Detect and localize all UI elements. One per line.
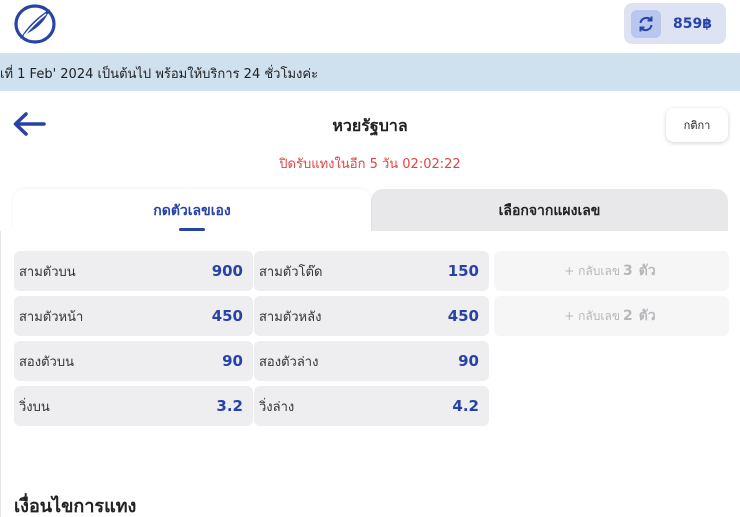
tab-manual-entry[interactable]: กดตัวเลขเอง bbox=[13, 189, 371, 232]
feather-logo-icon[interactable] bbox=[12, 3, 58, 45]
rate-item-three-top[interactable]: สามตัวบน 900 bbox=[14, 251, 253, 291]
refresh-button[interactable] bbox=[631, 9, 661, 38]
rules-button[interactable]: กติกา bbox=[666, 108, 728, 142]
rate-value: 3.2 bbox=[216, 397, 243, 415]
rate-item-run-top[interactable]: วิ่งบน 3.2 bbox=[14, 386, 253, 426]
rate-label: สามตัวหลัง bbox=[259, 309, 322, 325]
reverse-suffix: ตัว bbox=[638, 263, 656, 279]
rate-value: 4.2 bbox=[452, 397, 479, 415]
rate-item-three-back[interactable]: สามตัวหลัง 450 bbox=[254, 296, 489, 336]
top-header: 859฿ bbox=[0, 0, 740, 53]
rate-value: 90 bbox=[458, 352, 479, 370]
reverse-count: 2 bbox=[623, 308, 633, 324]
close-countdown: ปิดรับแทงในอีก 5 วัน 02:02:22 bbox=[279, 157, 461, 172]
rate-item-run-bottom[interactable]: วิ่งล่าง 4.2 bbox=[254, 386, 489, 426]
reverse-prefix: + กลับเลข bbox=[564, 308, 621, 323]
rate-value: 450 bbox=[447, 307, 479, 325]
tab-select-from-panel[interactable]: เลือกจากแผงเลข bbox=[371, 189, 728, 232]
rate-label: วิ่งล่าง bbox=[259, 399, 295, 415]
conditions-heading: เงื่อนไขการแทง bbox=[14, 496, 137, 517]
rates-panel: สามตัวบน 900 สามตัวโต๊ด 150 + กลับเลข 3 … bbox=[0, 231, 740, 517]
rate-item-two-bottom[interactable]: สองตัวล่าง 90 bbox=[254, 341, 489, 381]
rate-label: สองตัวบน bbox=[19, 354, 74, 370]
rate-item-three-front[interactable]: สามตัวหน้า 450 bbox=[14, 296, 253, 336]
reverse-suffix: ตัว bbox=[638, 308, 656, 324]
reverse-three-button[interactable]: + กลับเลข 3 ตัว bbox=[494, 251, 729, 291]
balance-widget: 859฿ bbox=[624, 3, 726, 44]
reverse-two-button[interactable]: + กลับเลข 2 ตัว bbox=[494, 296, 729, 336]
rate-value: 900 bbox=[211, 262, 243, 280]
rate-label: สามตัวหน้า bbox=[19, 309, 84, 325]
announcement-marquee: เที่ 1 Feb' 2024 เป็นต้นไป พร้อมให้บริกา… bbox=[0, 53, 740, 91]
reverse-prefix: + กลับเลข bbox=[564, 263, 621, 278]
announcement-text: เที่ 1 Feb' 2024 เป็นต้นไป พร้อมให้บริกา… bbox=[0, 67, 319, 82]
refresh-icon bbox=[639, 16, 653, 31]
rate-value: 90 bbox=[222, 352, 243, 370]
rate-label: สองตัวล่าง bbox=[259, 354, 319, 370]
reverse-count: 3 bbox=[623, 263, 633, 279]
rate-value: 450 bbox=[211, 307, 243, 325]
bet-mode-tabs: เลือกจากแผงเลข กดตัวเลขเอง bbox=[0, 187, 740, 232]
rate-label: สามตัวบน bbox=[19, 264, 76, 280]
rate-label: วิ่งบน bbox=[19, 399, 50, 415]
page-title: หวยรัฐบาล bbox=[332, 116, 408, 135]
balance-amount: 859฿ bbox=[673, 15, 712, 32]
rate-item-three-tod[interactable]: สามตัวโต๊ด 150 bbox=[254, 251, 489, 291]
rate-item-two-top[interactable]: สองตัวบน 90 bbox=[14, 341, 253, 381]
rate-value: 150 bbox=[447, 262, 479, 280]
rate-label: สามตัวโต๊ด bbox=[259, 264, 323, 280]
